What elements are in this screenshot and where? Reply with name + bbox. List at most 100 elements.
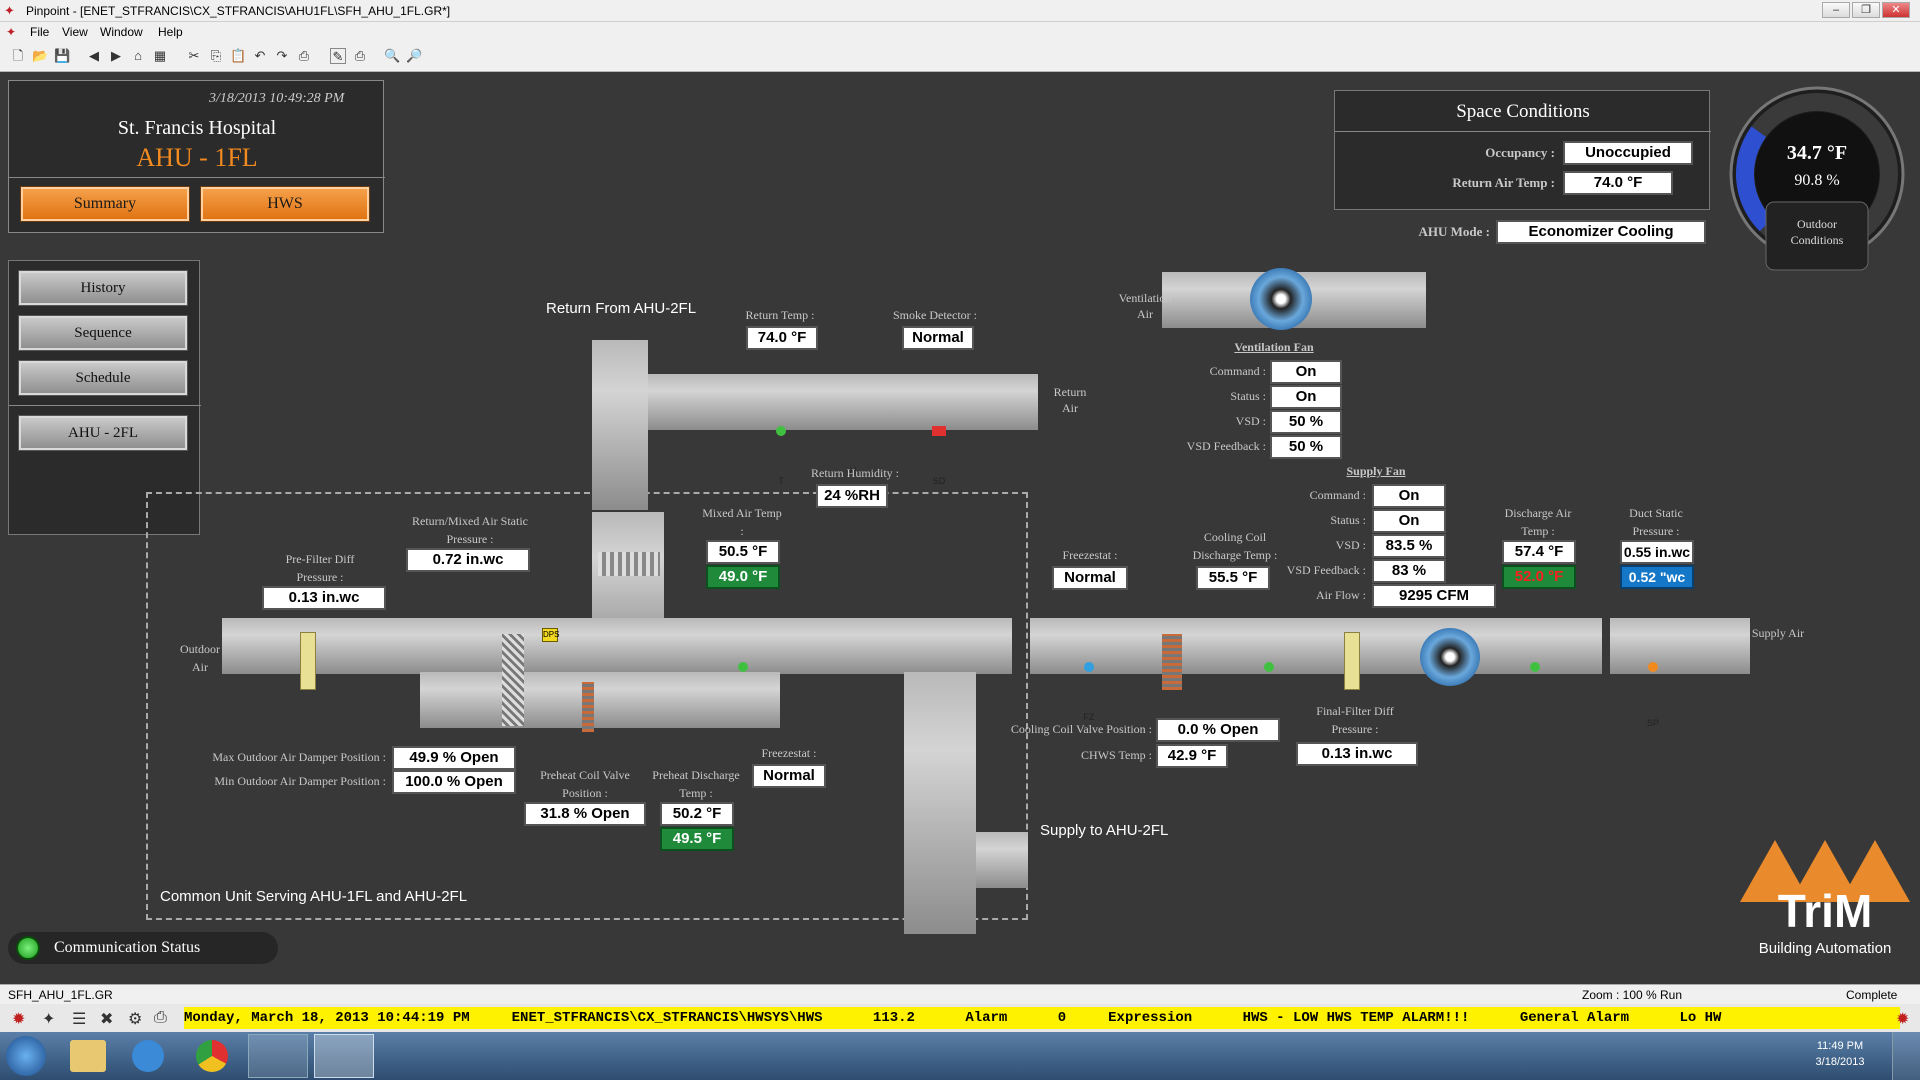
smoke-label: Smoke Detector :: [893, 308, 977, 322]
show-desktop-button[interactable]: [1892, 1032, 1920, 1080]
max-oa-value: 49.9 % Open: [392, 746, 516, 770]
return-air-label: Return Air: [1053, 385, 1087, 415]
vent-command-value[interactable]: On: [1270, 360, 1342, 384]
sf-vsd-value[interactable]: 83.5 %: [1372, 534, 1446, 558]
return-humidity-value: 24 %RH: [816, 484, 888, 508]
sf-command-value[interactable]: On: [1372, 484, 1446, 508]
preheat-valve-label: Preheat Coil Valve Position :: [540, 768, 630, 800]
alarm-icon[interactable]: ✹: [12, 1009, 25, 1029]
supply-fan-icon[interactable]: [1420, 628, 1480, 686]
explorer-icon[interactable]: [70, 1040, 106, 1072]
logo-subtext: Building Automation: [1758, 940, 1892, 957]
ccv-value[interactable]: 0.0 % Open: [1156, 718, 1280, 742]
ahu-2fl-button[interactable]: AHU - 2FL: [19, 416, 187, 450]
duct-static-sensor-icon: [1648, 662, 1658, 672]
return-duct-horizontal: [648, 374, 1038, 430]
chrome-icon[interactable]: [196, 1040, 228, 1072]
preheat-bypass-duct: [420, 672, 780, 728]
sf-airflow-label: Air Flow :: [1315, 588, 1366, 602]
app-icon: ✦: [4, 3, 15, 18]
alarm-ack-icon[interactable]: ✦: [42, 1009, 55, 1029]
final-filter-label: Final-Filter Diff Pressure :: [1316, 704, 1394, 736]
freezestat-value: Normal: [1052, 566, 1128, 590]
menu-view[interactable]: View: [62, 25, 88, 39]
summary-button[interactable]: Summary: [21, 187, 189, 221]
home-icon[interactable]: ⌂: [130, 48, 146, 64]
vent-vsd-fb-label: VSD Feedback :: [1186, 439, 1266, 453]
cooling-coil-icon: [1162, 634, 1182, 690]
new-icon[interactable]: 🗋: [10, 48, 26, 64]
print-preview-icon[interactable]: ⎙: [352, 48, 368, 64]
smoke-value: Normal: [902, 326, 974, 350]
ccdt-value: 55.5 °F: [1196, 566, 1270, 590]
ie-icon[interactable]: [132, 1040, 164, 1072]
oa-damper-icon: [502, 634, 524, 726]
supply-air-label: Supply Air: [1751, 626, 1805, 640]
taskbar-app-1-icon[interactable]: [248, 1034, 308, 1078]
edit-icon[interactable]: ✎: [330, 48, 346, 64]
menu-file[interactable]: File: [30, 25, 49, 39]
alarm-ticker[interactable]: Monday, March 18, 2013 10:44:19 PM ENET_…: [184, 1007, 1900, 1029]
ventilation-fan-icon[interactable]: [1250, 268, 1312, 330]
alarm-clear-icon[interactable]: ✖: [100, 1009, 113, 1029]
supply-fan-title: Supply Fan: [1346, 464, 1406, 478]
zoom-in-icon[interactable]: 🔍: [384, 48, 400, 64]
alarm-bell-icon[interactable]: ✹: [1896, 1009, 1909, 1029]
ccv-label: Cooling Coil Valve Position :: [1010, 722, 1152, 736]
prefilter-value: 0.13 in.wc: [262, 586, 386, 610]
vent-status-value: On: [1270, 385, 1342, 409]
duct-static-setpoint[interactable]: 0.52 "wc: [1620, 565, 1694, 589]
rma-static-value: 0.72 in.wc: [406, 548, 530, 572]
vent-vsd-fb-value: 50 %: [1270, 435, 1342, 459]
zoom-out-icon[interactable]: 🔎: [406, 48, 422, 64]
taskbar-pinpoint-icon[interactable]: [314, 1034, 374, 1078]
menu-window[interactable]: Window: [100, 25, 143, 39]
outdoor-gauge: 34.7 °F 90.8 % Outdoor Conditions: [1728, 82, 1906, 282]
dat-setpoint[interactable]: 52.0 °F: [1502, 565, 1576, 589]
forward-icon[interactable]: ▶: [108, 48, 124, 64]
space-title: Space Conditions: [1456, 101, 1590, 122]
open-icon[interactable]: 📂: [32, 48, 48, 64]
return-temp-sensor-icon: [776, 426, 786, 436]
maximize-button[interactable]: ❐: [1852, 2, 1880, 18]
alarm-config-icon[interactable]: ⚙: [128, 1009, 142, 1029]
close-button[interactable]: ✕: [1882, 2, 1910, 18]
main-duct-mid: [1030, 618, 1602, 674]
grid-icon[interactable]: ▦: [152, 48, 168, 64]
ventilation-fan-title: Ventilation Fan: [1234, 340, 1314, 354]
copy-icon[interactable]: ⎘: [208, 48, 224, 64]
status-mode: Run: [1660, 988, 1683, 1002]
menu-bar: ✦ File View Window Help: [0, 22, 1920, 42]
schedule-button[interactable]: Schedule: [19, 361, 187, 395]
save-icon[interactable]: 💾: [54, 48, 70, 64]
dps-sensor-icon: DPS: [542, 628, 559, 642]
print-icon[interactable]: ⎙: [296, 48, 312, 64]
alarm-print-icon[interactable]: ⎙: [154, 1009, 167, 1027]
preheat-valve-value[interactable]: 31.8 % Open: [524, 802, 646, 826]
preheat-dt-setpoint[interactable]: 49.5 °F: [660, 827, 734, 851]
ccdt-label: Cooling Coil Discharge Temp :: [1192, 530, 1278, 562]
paste-icon[interactable]: 📋: [230, 48, 246, 64]
max-oa-label: Max Outdoor Air Damper Position :: [212, 750, 386, 764]
sequence-button[interactable]: Sequence: [19, 316, 187, 350]
hws-button[interactable]: HWS: [201, 187, 369, 221]
chws-label: CHWS Temp :: [1081, 748, 1152, 762]
cut-icon[interactable]: ✂: [186, 48, 202, 64]
minimize-button[interactable]: –: [1822, 2, 1850, 18]
redo-icon[interactable]: ↷: [274, 48, 290, 64]
mat-setpoint[interactable]: 49.0 °F: [706, 565, 780, 589]
supply-drop-duct: [904, 672, 976, 934]
back-icon[interactable]: ◀: [86, 48, 102, 64]
vent-vsd-value[interactable]: 50 %: [1270, 410, 1342, 434]
history-button[interactable]: History: [19, 271, 187, 305]
menu-help[interactable]: Help: [158, 25, 183, 39]
start-icon[interactable]: [6, 1036, 46, 1076]
alarm-list-icon[interactable]: ☰: [72, 1009, 86, 1029]
outdoor-air-label: Outdoor Air: [180, 642, 220, 674]
undo-icon[interactable]: ↶: [252, 48, 268, 64]
freezestat-sensor-icon: [1084, 662, 1094, 672]
dat-sensor-icon: [1530, 662, 1540, 672]
return-temp-value: 74.0 °F: [746, 326, 818, 350]
duct-static-value: 0.55 in.wc: [1620, 540, 1694, 564]
sensor-fz-label: FZ: [1083, 712, 1095, 722]
